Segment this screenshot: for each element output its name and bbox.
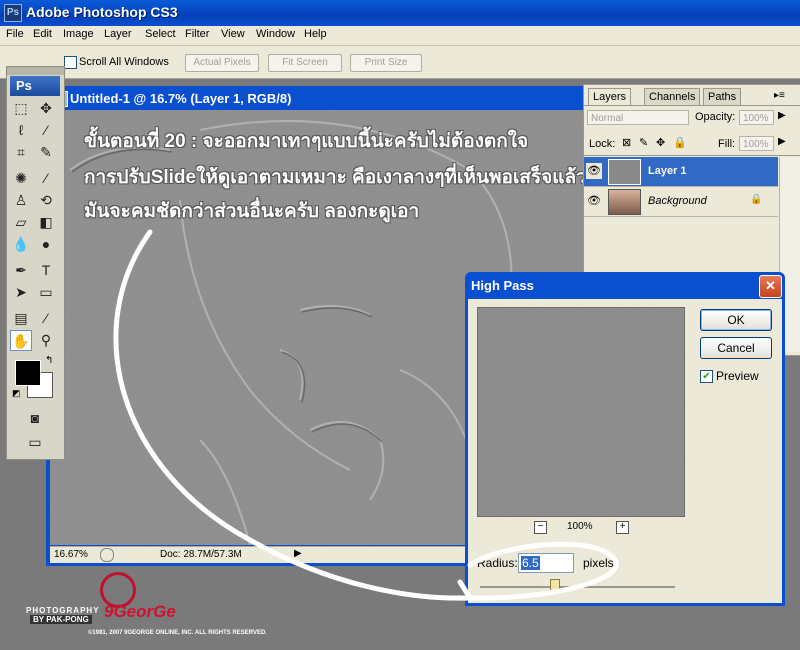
watermark-brand: 9GeorGe [104,602,176,621]
watermark-photography: PHOTOGRAPHY [26,606,100,615]
watermark-by: BY PAK-PONG [30,615,92,624]
watermark-copyright: ©1981, 2007 9GEORGE ONLINE, INC. ALL RIG… [88,630,268,636]
annotation-arrow [113,229,619,601]
